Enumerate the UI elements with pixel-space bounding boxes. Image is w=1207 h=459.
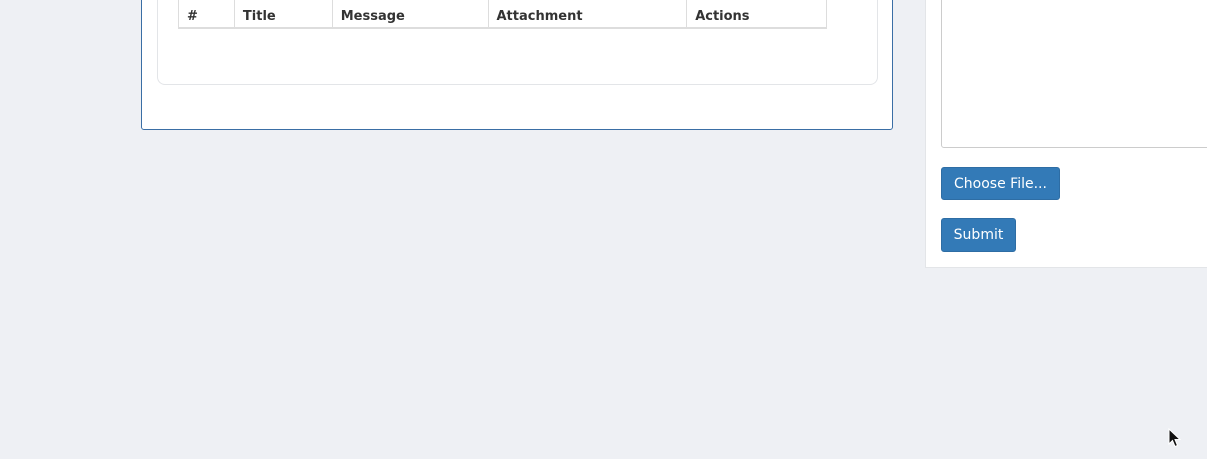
column-header-attachment[interactable]: Attachment bbox=[487, 0, 688, 29]
column-header-message[interactable]: Message bbox=[331, 0, 489, 29]
mouse-pointer-icon bbox=[1168, 428, 1182, 448]
problem-message-textarea[interactable] bbox=[941, 0, 1207, 148]
tickets-panel: # Title Message Attachment Actions bbox=[141, 0, 893, 130]
column-header-number[interactable]: # bbox=[178, 0, 235, 29]
tickets-table-head: # Title Message Attachment Actions bbox=[178, 0, 827, 29]
column-header-title[interactable]: Title bbox=[233, 0, 333, 29]
choose-file-button[interactable]: Choose File... bbox=[941, 167, 1060, 200]
tickets-table: # Title Message Attachment Actions bbox=[178, 0, 827, 29]
submit-button[interactable]: Submit bbox=[941, 218, 1016, 252]
column-header-actions[interactable]: Actions bbox=[686, 0, 827, 29]
tickets-table-header-row: # Title Message Attachment Actions bbox=[178, 0, 827, 29]
